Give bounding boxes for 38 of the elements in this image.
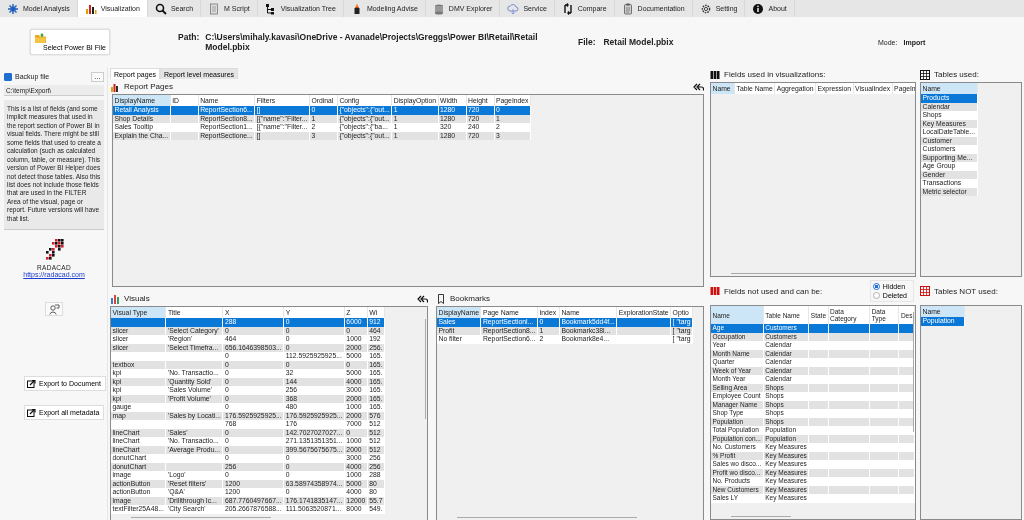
document-icon — [208, 2, 221, 15]
bookmark-icon — [436, 293, 446, 304]
tree-icon — [264, 2, 277, 15]
section-title: Visuals — [124, 294, 150, 303]
bar-chart-icon — [110, 81, 120, 92]
info-icon — [752, 2, 765, 15]
snowflake-icon — [7, 2, 19, 15]
table-icon — [920, 69, 930, 80]
user-button[interactable] — [45, 302, 63, 317]
section-title: Fields used in visualizations: — [724, 70, 826, 79]
file-name: Retail Model.pbix — [603, 37, 674, 47]
section-title: Tables NOT used: — [934, 286, 998, 296]
section-title: Bookmarks — [450, 294, 490, 303]
radio-button[interactable] — [872, 292, 880, 299]
checkbox[interactable] — [4, 72, 12, 81]
settings-icon — [699, 2, 712, 15]
back-arrow-icon[interactable] — [417, 294, 428, 303]
table-icon — [920, 286, 930, 296]
compare-icon — [561, 2, 574, 15]
export-icon — [27, 408, 36, 418]
columns-icon — [710, 286, 720, 296]
path-value: C:\Users\mihaly.kavasi\OneDrive - Avanade\Projects\Greggs\Power BI\Retail\Retail Model.pbix — [205, 32, 539, 52]
path-label: Path: — [178, 32, 200, 42]
cloud-icon — [507, 2, 520, 15]
bar-chart-icon — [110, 293, 120, 304]
section-title: Fields not used and can be: — [724, 286, 823, 296]
folder-icon — [34, 32, 47, 44]
radio-button[interactable] — [872, 283, 880, 290]
section-title: Tables used: — [934, 70, 979, 79]
columns-icon — [710, 69, 720, 80]
export-icon — [27, 379, 36, 389]
file-label: File: — [578, 37, 596, 47]
search-icon — [154, 2, 167, 15]
bar-chart-icon — [84, 2, 97, 15]
user-icon — [48, 303, 60, 315]
database-icon — [432, 2, 445, 15]
back-arrow-icon[interactable] — [693, 82, 704, 91]
section-title: Report Pages — [124, 82, 173, 91]
